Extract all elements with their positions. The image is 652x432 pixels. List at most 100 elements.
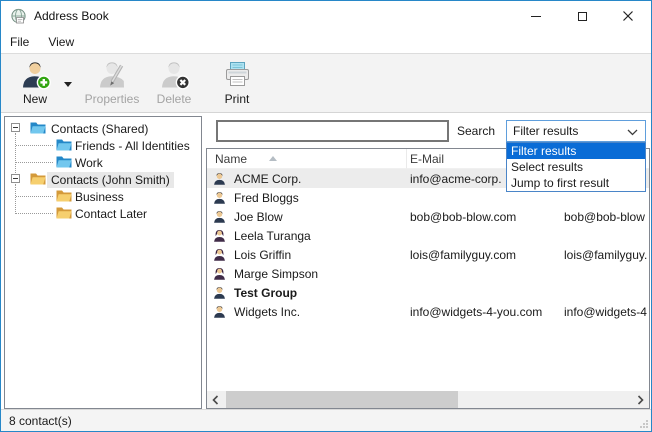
close-icon — [622, 10, 634, 22]
blue-folder-icon — [30, 121, 46, 134]
search-input[interactable] — [216, 120, 449, 142]
sort-ascending-icon — [269, 156, 277, 161]
contact-count: 8 contact(s) — [9, 414, 72, 428]
maximize-button[interactable] — [559, 1, 605, 31]
contact-email: info@widgets-4-you.com — [407, 302, 559, 321]
menu-bar: File View — [1, 31, 651, 53]
dropdown-option-filter-results[interactable]: Filter results — [507, 143, 645, 159]
resize-grip-icon[interactable] — [638, 418, 649, 429]
tree-item-business[interactable]: Business — [5, 188, 201, 205]
scrollbar-thumb[interactable] — [226, 391, 458, 408]
tree-item-label: Work — [71, 155, 107, 171]
female-contact-icon — [212, 228, 227, 243]
maximize-icon — [578, 12, 587, 21]
combobox-selected-value: Filter results — [513, 124, 578, 138]
dropdown-option-select-results[interactable]: Select results — [507, 159, 645, 175]
new-contact-icon — [20, 59, 51, 90]
filter-combobox-dropdown: Filter results Select results Jump to fi… — [506, 142, 646, 192]
contact-name: ACME Corp. — [234, 172, 301, 186]
print-icon — [222, 59, 253, 90]
female-contact-icon — [212, 247, 227, 262]
menu-file[interactable]: File — [4, 33, 35, 51]
status-bar: 8 contact(s) — [1, 409, 651, 431]
minimize-icon — [531, 16, 541, 17]
male-contact-icon — [212, 285, 227, 300]
contact-name: Lois Griffin — [234, 248, 291, 262]
window-title: Address Book — [34, 9, 109, 23]
contact-name: Test Group — [234, 286, 297, 300]
scroll-right-button[interactable] — [632, 391, 649, 408]
contact-email — [407, 283, 559, 302]
new-dropdown-arrow-icon — [64, 82, 72, 87]
contact-name: Fred Bloggs — [234, 191, 299, 205]
contact-name: Leela Turanga — [234, 229, 311, 243]
title-bar: Address Book — [1, 1, 651, 31]
new-button[interactable]: New — [9, 59, 61, 109]
tree-item-contacts-shared[interactable]: Contacts (Shared) — [5, 120, 201, 137]
yellow-folder-icon — [56, 189, 72, 202]
contact-email2 — [559, 283, 649, 302]
minimize-button[interactable] — [513, 1, 559, 31]
contact-name: Marge Simpson — [234, 267, 318, 281]
properties-button[interactable]: Properties — [81, 59, 143, 109]
contact-row[interactable]: Leela Turanga — [207, 226, 649, 245]
address-book-window: Address Book File View — [0, 0, 652, 432]
column-header-email-label: E-Mail — [410, 152, 444, 166]
tree-item-label: Contacts (Shared) — [47, 121, 152, 137]
print-button[interactable]: Print — [209, 59, 265, 109]
contact-email — [407, 264, 559, 283]
filter-results-combobox[interactable]: Filter results — [506, 120, 646, 142]
close-button[interactable] — [605, 1, 651, 31]
tree-item-label: Contact Later — [71, 206, 151, 222]
folder-tree-panel: Contacts (Shared) Friends - All Identiti… — [4, 116, 202, 409]
delete-icon — [159, 59, 190, 90]
contact-name: Widgets Inc. — [234, 305, 300, 319]
new-button-label: New — [23, 92, 47, 106]
column-header-name[interactable]: Name — [207, 149, 407, 169]
contact-name: Joe Blow — [234, 210, 283, 224]
scroll-left-button[interactable] — [207, 391, 224, 408]
tree-item-work[interactable]: Work — [5, 154, 201, 171]
tree-item-label: Friends - All Identities — [71, 138, 194, 154]
new-dropdown-button[interactable] — [59, 59, 77, 109]
contact-email2 — [559, 264, 649, 283]
print-button-label: Print — [225, 92, 250, 106]
male-contact-icon — [212, 209, 227, 224]
toolbar: New Properties — [1, 53, 651, 113]
collapse-icon[interactable] — [11, 123, 20, 132]
column-header-name-label: Name — [215, 152, 247, 166]
blue-folder-icon — [56, 155, 72, 168]
scroll-right-icon — [637, 395, 644, 405]
yellow-folder-icon — [56, 206, 72, 219]
horizontal-scrollbar[interactable] — [207, 391, 649, 408]
contact-row[interactable]: Widgets Inc. info@widgets-4-you.com info… — [207, 302, 649, 321]
tree-item-contacts-john-smith[interactable]: Contacts (John Smith) — [5, 171, 201, 188]
contact-row[interactable]: Test Group — [207, 283, 649, 302]
chevron-down-icon — [627, 129, 638, 136]
delete-button-label: Delete — [157, 92, 192, 106]
tree-item-label: Business — [71, 189, 128, 205]
collapse-icon[interactable] — [11, 174, 20, 183]
properties-button-label: Properties — [85, 92, 140, 106]
contact-email: lois@familyguy.com — [407, 245, 559, 264]
contact-email2: lois@familyguy. — [559, 245, 649, 264]
contact-email2: info@widgets-4 — [559, 302, 649, 321]
yellow-folder-icon — [30, 172, 46, 185]
delete-button[interactable]: Delete — [147, 59, 201, 109]
blue-folder-icon — [56, 138, 72, 151]
contact-row[interactable]: Lois Griffin lois@familyguy.com lois@fam… — [207, 245, 649, 264]
tree-item-contact-later[interactable]: Contact Later — [5, 205, 201, 222]
properties-icon — [97, 59, 128, 90]
contact-email2: bob@bob-blow — [559, 207, 649, 226]
contact-row[interactable]: Joe Blow bob@bob-blow.com bob@bob-blow — [207, 207, 649, 226]
contact-row[interactable]: Marge Simpson — [207, 264, 649, 283]
dropdown-option-jump-to-first-result[interactable]: Jump to first result — [507, 175, 645, 191]
tree-item-friends[interactable]: Friends - All Identities — [5, 137, 201, 154]
contact-email: bob@bob-blow.com — [407, 207, 559, 226]
menu-view[interactable]: View — [42, 33, 80, 51]
tree-item-label: Contacts (John Smith) — [47, 172, 174, 188]
female-contact-icon — [212, 266, 227, 281]
scrollbar-track[interactable] — [224, 391, 632, 408]
male-contact-icon — [212, 190, 227, 205]
address-book-app-icon — [10, 8, 27, 25]
